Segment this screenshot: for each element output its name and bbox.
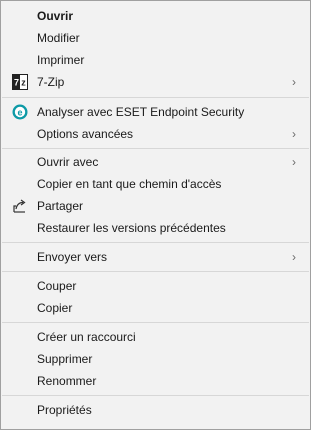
menu-item-copier[interactable]: Copier — [1, 297, 310, 319]
eset-icon: e — [12, 104, 28, 120]
menu-item-label: 7-Zip — [37, 75, 65, 89]
menu-item-label: Supprimer — [37, 352, 93, 366]
menu-item-partager[interactable]: Partager — [1, 195, 310, 217]
menu-item-label: Copier en tant que chemin d'accès — [37, 177, 222, 191]
menu-item-label: Restaurer les versions précédentes — [37, 221, 226, 235]
menu-separator — [2, 97, 309, 98]
menu-item-label: Créer un raccourci — [37, 330, 136, 344]
chevron-right-icon: › — [292, 127, 296, 141]
menu-item-proprietes[interactable]: Propriétés — [1, 399, 310, 421]
menu-item-label: Propriétés — [37, 403, 92, 417]
menu-item-eset-scan[interactable]: e Analyser avec ESET Endpoint Security — [1, 101, 310, 123]
menu-item-couper[interactable]: Couper — [1, 275, 310, 297]
menu-item-label: Envoyer vers — [37, 250, 108, 264]
7z-icon: 7 z — [12, 74, 28, 90]
menu-separator — [2, 271, 309, 272]
chevron-right-icon: › — [292, 75, 296, 89]
menu-item-envoyer-vers[interactable]: Envoyer vers › — [1, 246, 310, 268]
menu-item-label: Ouvrir avec — [37, 155, 99, 169]
menu-item-options-avancees[interactable]: Options avancées › — [1, 123, 310, 145]
menu-item-restaurer-versions[interactable]: Restaurer les versions précédentes — [1, 217, 310, 239]
menu-item-label: Ouvrir — [37, 9, 74, 23]
menu-item-ouvrir-avec[interactable]: Ouvrir avec › — [1, 151, 310, 173]
menu-item-7zip[interactable]: 7 z 7-Zip › — [1, 71, 310, 93]
menu-item-label: Copier — [37, 301, 73, 315]
svg-text:7: 7 — [14, 78, 19, 88]
menu-item-copier-chemin[interactable]: Copier en tant que chemin d'accès — [1, 173, 310, 195]
menu-item-label: Renommer — [37, 374, 97, 388]
menu-item-label: Imprimer — [37, 53, 85, 67]
menu-item-creer-raccourci[interactable]: Créer un raccourci — [1, 326, 310, 348]
share-icon — [12, 198, 28, 214]
menu-item-renommer[interactable]: Renommer — [1, 370, 310, 392]
menu-item-supprimer[interactable]: Supprimer — [1, 348, 310, 370]
chevron-right-icon: › — [292, 155, 296, 169]
menu-item-imprimer[interactable]: Imprimer — [1, 49, 310, 71]
svg-text:z: z — [21, 78, 26, 88]
svg-text:e: e — [17, 107, 22, 117]
menu-separator — [2, 395, 309, 396]
menu-item-label: Modifier — [37, 31, 80, 45]
chevron-right-icon: › — [292, 250, 296, 264]
menu-separator — [2, 242, 309, 243]
context-menu: Ouvrir Modifier Imprimer 7 z 7-Zip › e A… — [0, 0, 311, 430]
menu-item-label: Analyser avec ESET Endpoint Security — [37, 105, 245, 119]
menu-item-modifier[interactable]: Modifier — [1, 27, 310, 49]
menu-item-ouvrir[interactable]: Ouvrir — [1, 5, 310, 27]
menu-separator — [2, 148, 309, 149]
menu-item-label: Partager — [37, 199, 84, 213]
menu-separator — [2, 322, 309, 323]
menu-item-label: Couper — [37, 279, 77, 293]
menu-item-label: Options avancées — [37, 127, 134, 141]
